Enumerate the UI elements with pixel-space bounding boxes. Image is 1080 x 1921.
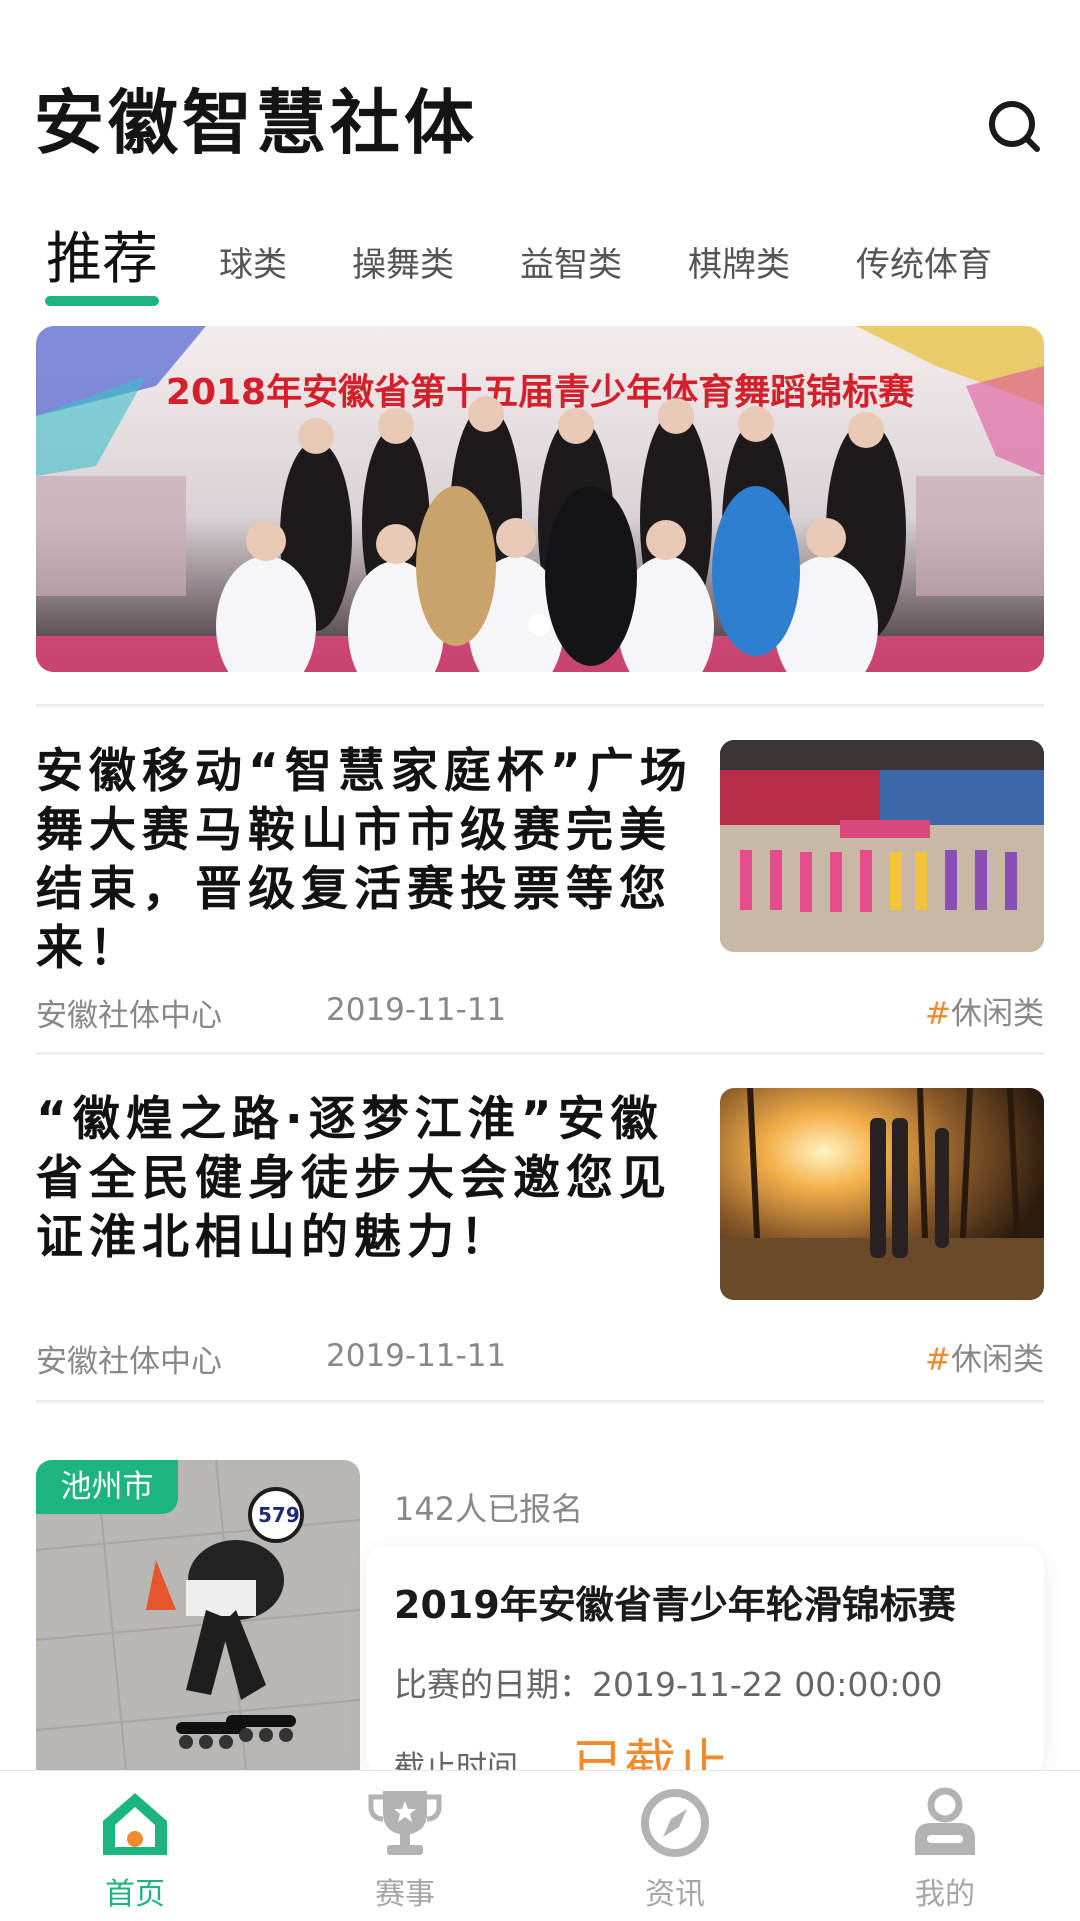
tag-label: 休闲类 <box>951 1342 1044 1378</box>
category-tabs: 推荐 球类 操舞类 益智类 棋牌类 传统体育 <box>0 222 1080 312</box>
compass-icon <box>641 1789 709 1857</box>
signup-count: 142人已报名 <box>394 1490 584 1528</box>
tag-hash: # <box>925 1342 951 1378</box>
app-title: 安徽智慧社体 <box>34 82 478 164</box>
divider <box>36 1400 1044 1403</box>
event-card[interactable]: 2019年安徽省青少年轮滑锦标赛 比赛的日期：2019-11-22 00:00:… <box>366 1546 1044 1795</box>
news-source: 安徽社体中心 <box>36 1344 222 1380</box>
nav-profile[interactable]: 我的 <box>810 1771 1080 1921</box>
city-badge: 池州市 <box>36 1460 178 1514</box>
news-date: 2019-11-11 <box>326 992 507 1028</box>
trophy-icon <box>368 1791 442 1855</box>
news-tag[interactable]: #休闲类 <box>925 988 1044 1033</box>
search-button[interactable] <box>986 98 1042 154</box>
bottom-nav: 首页 赛事 资讯 我的 <box>0 1770 1080 1921</box>
nav-home[interactable]: 首页 <box>0 1771 270 1921</box>
nav-news[interactable]: 资讯 <box>540 1771 810 1921</box>
tab-puzzle[interactable]: 益智类 <box>520 248 622 282</box>
news-thumbnail[interactable] <box>720 1088 1044 1300</box>
active-tab-indicator <box>45 296 159 306</box>
news-tag[interactable]: #休闲类 <box>925 1334 1044 1379</box>
event-date: 比赛的日期：2019-11-22 00:00:00 <box>394 1665 943 1704</box>
user-icon <box>915 1787 975 1855</box>
event-title: 2019年安徽省青少年轮滑锦标赛 <box>394 1583 956 1627</box>
news-title[interactable]: 安徽移动“智慧家庭杯”广场舞大赛马鞍山市市级赛完美结束，晋级复活赛投票等您来！ <box>36 742 696 978</box>
news-source: 安徽社体中心 <box>36 998 222 1034</box>
nav-label: 我的 <box>915 1877 975 1912</box>
banner-headline: 2018年安徽省第十五届青少年体育舞蹈锦标赛 <box>166 372 915 413</box>
divider <box>36 1052 1044 1055</box>
search-icon <box>989 101 1040 152</box>
nav-label: 首页 <box>105 1877 165 1912</box>
news-image-square-dance <box>720 740 1044 952</box>
news-thumbnail[interactable] <box>720 740 1044 952</box>
tab-traditional[interactable]: 传统体育 <box>856 248 992 282</box>
carousel-indicator <box>528 614 550 636</box>
tag-hash: # <box>925 996 951 1032</box>
news-title[interactable]: “徽煌之路·逐梦江淮”安徽省全民健身徒步大会邀您见证淮北相山的魅力！ <box>36 1090 696 1267</box>
tag-label: 休闲类 <box>951 996 1044 1032</box>
tab-dance[interactable]: 操舞类 <box>352 248 454 282</box>
nav-label: 赛事 <box>375 1877 435 1912</box>
nav-events[interactable]: 赛事 <box>270 1771 540 1921</box>
tab-recommend[interactable]: 推荐 <box>46 232 158 288</box>
home-icon <box>103 1793 167 1855</box>
tab-ball[interactable]: 球类 <box>219 248 287 282</box>
tab-chess-cards[interactable]: 棋牌类 <box>688 248 790 282</box>
nav-label: 资讯 <box>645 1877 705 1912</box>
news-date: 2019-11-11 <box>326 1338 507 1374</box>
news-image-hiking <box>720 1088 1044 1300</box>
bib-number: 579 <box>258 1503 300 1527</box>
divider <box>36 704 1044 707</box>
